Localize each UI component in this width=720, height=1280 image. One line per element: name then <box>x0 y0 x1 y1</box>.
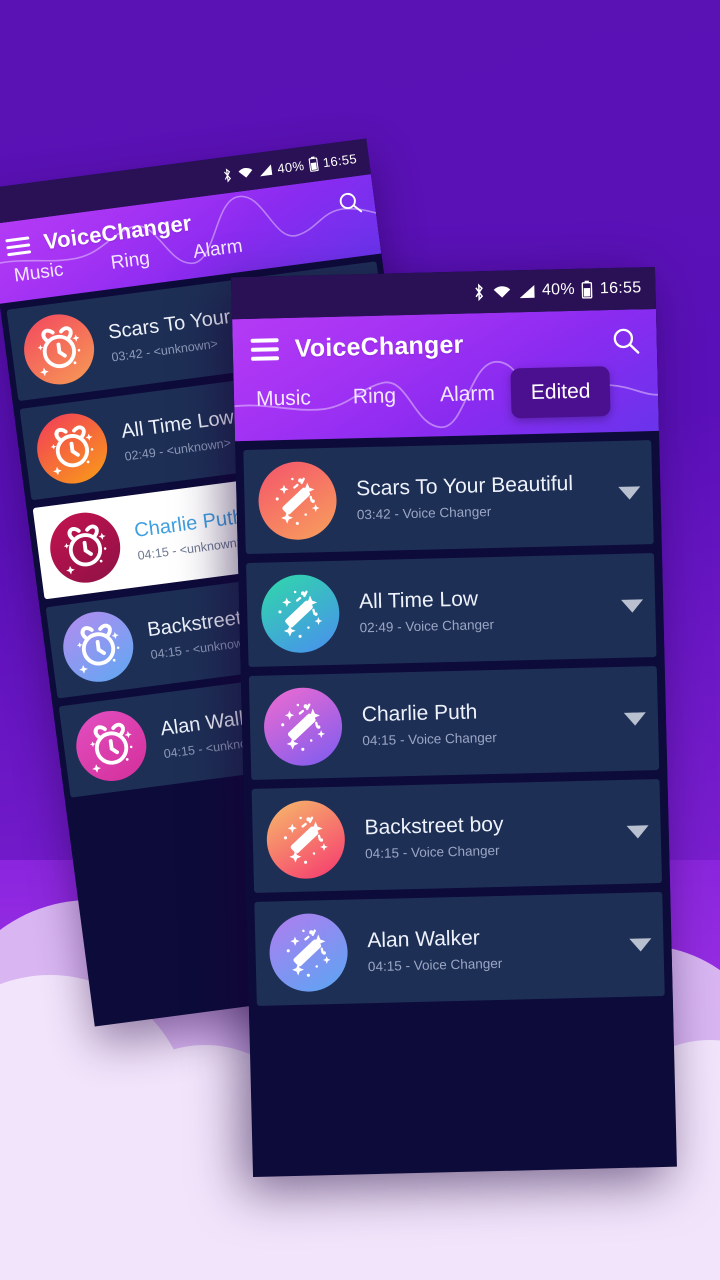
magic-wand-icon <box>268 912 349 993</box>
list-item-title: Backstreet boy <box>364 812 504 840</box>
chevron-down-icon[interactable] <box>623 711 647 726</box>
chevron-down-icon[interactable] <box>618 485 641 500</box>
wifi-icon <box>492 284 511 299</box>
table-row[interactable]: Backstreet boy 04:15 - Voice Changer <box>251 778 662 893</box>
hamburger-menu-icon[interactable] <box>250 338 280 361</box>
tab-alarm[interactable]: Alarm <box>440 382 495 407</box>
tab-alarm-back[interactable]: Alarm <box>192 236 244 264</box>
chevron-down-icon[interactable] <box>621 598 644 613</box>
bluetooth-icon <box>472 283 485 302</box>
tab-music-back[interactable]: Music <box>13 259 65 287</box>
search-icon[interactable] <box>336 188 364 216</box>
magic-wand-icon <box>257 460 338 541</box>
magic-wand-icon <box>263 686 344 767</box>
alarm-clock-icon <box>58 607 138 687</box>
tab-edited[interactable]: Edited <box>510 366 612 419</box>
list-item-title: Alan Walker <box>367 926 480 953</box>
tab-music[interactable]: Music <box>256 386 311 411</box>
alarm-clock-icon <box>72 706 151 786</box>
magic-wand-icon <box>265 799 346 880</box>
table-row[interactable]: Scars To Your Beautiful 03:42 - Voice Ch… <box>243 440 654 555</box>
list-item-subtitle: 04:15 - Voice Changer <box>367 956 503 975</box>
table-row[interactable]: Charlie Puth 04:15 - Voice Changer <box>248 666 660 780</box>
foreground-phone-screen: 40% 16:55 VoiceChanger Music Ring Alarm … <box>231 266 677 1178</box>
wifi-icon <box>237 165 255 180</box>
battery-percent-label: 40% <box>541 280 576 299</box>
table-row[interactable]: Alan Walker 04:15 - Voice Changer <box>254 891 665 1006</box>
alarm-clock-icon <box>32 409 112 488</box>
list-item-subtitle: 02:49 - Voice Changer <box>359 617 495 636</box>
list-item-title: Charlie Puth <box>361 700 478 727</box>
list-item-subtitle: 03:42 - Voice Changer <box>356 504 492 523</box>
app-title: VoiceChanger <box>294 330 464 363</box>
list-item-title: All Time Low <box>358 587 479 614</box>
magic-wand-icon <box>260 573 341 654</box>
list-item-subtitle: 04:15 - Voice Changer <box>365 843 500 862</box>
table-row[interactable]: All Time Low 02:49 - Voice Changer <box>246 553 657 668</box>
hamburger-menu-icon[interactable] <box>5 235 32 256</box>
alarm-clock-icon <box>45 508 125 587</box>
sound-list-front: Scars To Your Beautiful 03:42 - Voice Ch… <box>235 430 674 1034</box>
battery-icon <box>582 280 593 299</box>
signal-bars-icon <box>258 163 274 178</box>
tab-bar-front: Music Ring Alarm Edited <box>233 361 659 441</box>
battery-percent-label: 40% <box>276 157 306 176</box>
chevron-down-icon[interactable] <box>626 824 649 839</box>
chevron-down-icon[interactable] <box>629 937 652 952</box>
signal-bars-icon <box>518 283 535 298</box>
list-item-title: Scars To Your Beautiful <box>355 471 574 501</box>
clock-label: 16:55 <box>321 150 358 170</box>
app-bar-front: VoiceChanger Music Ring Alarm Edited <box>232 308 659 442</box>
alarm-clock-icon <box>19 310 99 389</box>
clock-label: 16:55 <box>599 279 642 298</box>
tab-ring-back[interactable]: Ring <box>110 248 152 275</box>
tab-ring[interactable]: Ring <box>353 384 397 409</box>
bluetooth-icon <box>221 167 234 183</box>
battery-icon <box>308 155 319 172</box>
list-item-subtitle: 04:15 - Voice Changer <box>362 730 497 749</box>
search-icon[interactable] <box>610 325 641 356</box>
